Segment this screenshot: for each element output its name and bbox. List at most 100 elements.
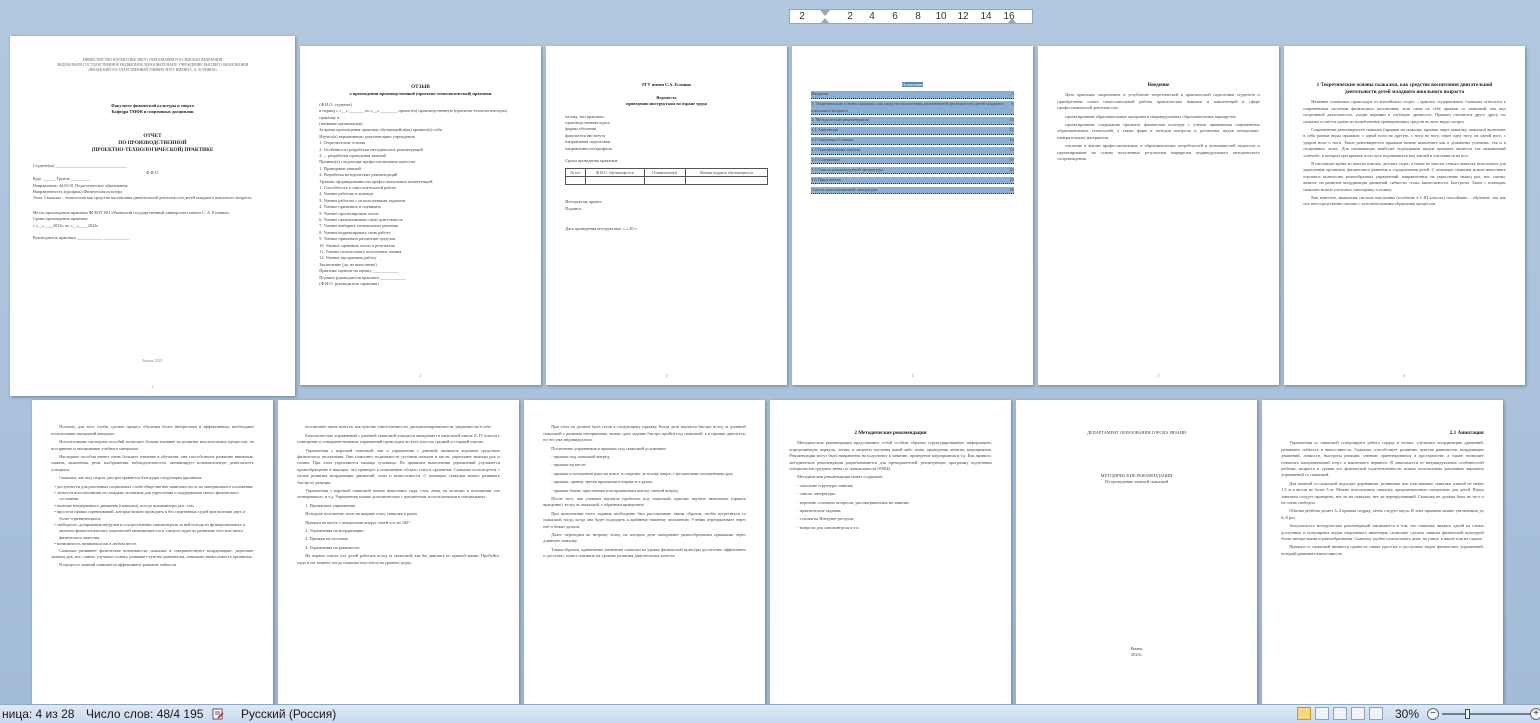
year-label: 2023г. [1131,652,1142,658]
toc-entry[interactable]: 2.6 Приложения 25 [811,176,1014,185]
paragraph: При этом он должен быть готов к следующе… [543,424,746,443]
paragraph: • простота правил соревнований, которые … [54,509,246,521]
ruler-label: 12 [957,11,969,22]
paragraph: Скакалки развивает физические возможност… [51,547,254,560]
paragraph: - описание структуры занятия; [797,482,854,488]
page-indicator[interactable]: ница: 4 из 28 [2,707,74,721]
web-layout-view-button[interactable] [1333,707,1347,720]
toc-entry-page: 6 [1011,101,1014,107]
draft-view-button[interactable] [1369,707,1383,720]
toc-entry-page: 26 [1009,186,1014,192]
document-page-6[interactable]: 1 Теоретические основы скакалки, как сре… [1284,46,1525,385]
paragraph: Наглядные пособия имеют очень большое зн… [51,453,254,472]
document-page-4[interactable]: Оглавление Введение 3 1. Теоретические осн… [792,46,1033,385]
language-indicator[interactable]: Русский (Россия) [241,707,336,721]
page-body: воспитание таких качеств, как чувство от… [297,424,499,566]
right-indent-marker[interactable] [1007,18,1017,24]
first-line-indent-marker[interactable] [820,10,830,16]
paragraph: - практические задания; [797,508,842,514]
toc-entry-title: Список использованной литературы [811,186,878,192]
document-page-1[interactable]: МИНИСТЕРСТВО НАУКИ И ВЫСШЕГО ОБРАЗОВАНИЯ… [10,36,295,396]
word-count[interactable]: Число слов: 48/4 195 [86,707,203,721]
paragraph: (Ф.И.О. руководителя практики) [319,281,379,287]
paragraph: Методические рекомендации представляют с… [789,440,992,472]
page-body: При этом он должен быть готов к следующе… [543,424,745,559]
paragraph: - вопросы для самоконтроля и т.п. [797,524,860,530]
section-title: 2.1 Аннотация [1449,430,1484,437]
document-page-8[interactable]: воспитание таких качеств, как чувство от… [278,400,519,704]
paragraph: После того, как ученики научатся пробега… [543,495,746,508]
print-layout-view-button[interactable] [1297,707,1311,720]
paragraph: - прыжки на месте; [551,462,587,468]
document-page-3[interactable]: РГУ имени С.А. Есенина Ведомость проведе… [546,46,787,385]
zoom-out-button[interactable]: − [1427,708,1439,720]
left-indent-marker[interactable] [820,18,830,24]
document-page-10[interactable]: 2 Методические рекомендации Методические… [770,400,1011,704]
paragraph: Актуальность методических рекомендаций з… [1281,523,1484,542]
document-workspace[interactable]: 2 2 4 6 8 10 12 14 16 МИНИСТЕРСТВО НАУКИ… [0,0,1540,704]
full-screen-reading-view-button[interactable] [1315,707,1329,720]
zoom-slider-thumb[interactable] [1465,709,1471,719]
paragraph: Методическая рекомендация может содержат… [797,474,884,480]
topic-line: Тема: Скакалка – технология как средство… [32,195,252,201]
document-page-9[interactable]: При этом он должен быть готов к следующе… [524,400,765,704]
city-year: Рязань 2023 [142,357,163,363]
document-page-5[interactable]: Введение Цель практики: закрепление и уг… [1038,46,1279,385]
paragraph: В процессе занятий появляется эффективно… [59,562,177,568]
toc-entry[interactable]: 2.3 Пояснительная записка 15 [811,147,1014,155]
intro-title: Введение [1147,82,1170,89]
horizontal-ruler[interactable]: 2 2 4 6 8 10 12 14 16 [789,9,1033,24]
page-number: 1 [151,383,154,389]
paragraph: Для занятий со скакалкой подходят деревя… [1281,480,1484,506]
table-header: Ф.И.О. обучающегося [584,168,645,178]
page-body: Методические рекомендации представляют с… [789,440,991,531]
ruler-label: 2 [847,11,853,22]
toc-entry[interactable]: 2.1 Аннотация 12 [811,127,1014,135]
toc-entry[interactable]: Список использованной литературы 26 [811,186,1014,195]
zoom-level[interactable]: 30% [1395,707,1419,721]
paragraph: 3. Прыжки на носочках. [305,536,350,542]
toc-entry-page: 10 [1009,117,1014,123]
ruler-label: 2 [799,11,805,22]
toc-entry-title: 2.5 Список рекомендуемой литературы [811,166,883,172]
zoom-slider[interactable] [1442,713,1532,715]
ruler-label: 10 [935,11,947,22]
document-page-2[interactable]: ОТЗЫВ о прохождении производственной (пр… [300,46,541,385]
page-body: Поэтому, для того, чтобы сделать процесс… [51,424,253,569]
outline-view-button[interactable] [1351,707,1365,720]
paragraph: изучение и анализ профессиональных и обр… [1057,143,1260,161]
toc-entry[interactable]: 2.5 Список рекомендуемой литературы 24 [811,166,1014,175]
briefing-date: Дата проведения инструктажа: « » 20 г. [565,226,637,232]
document-page-7[interactable]: Поэтому, для того, чтобы сделать процесс… [32,400,273,704]
review-body: (Ф.И.О. студента) в период с «__» _______… [319,102,521,288]
page-number: 3 [665,372,668,378]
toc-entry-page: 3 [1011,91,1014,97]
toc-entry[interactable]: 2. Методические рекомендации 10 [811,117,1014,125]
toc-entry[interactable]: 2.4 Содержание 16 [811,157,1014,165]
paragraph: 2. Упражнения на координацию. [305,528,365,533]
toc-entry[interactable]: Введение 3 [811,91,1014,99]
paragraph: - ссылки на Интернет-ресурсы; [797,516,855,522]
status-bar: ница: 4 из 28 Число слов: 48/4 195 Русск… [0,704,1540,723]
zoom-in-button[interactable]: + [1530,708,1540,720]
paragraph: На первых этапах учу детей работать всле… [297,553,500,565]
table-of-contents: Введение 3 1. Теоретические основы скакалк… [811,91,1014,195]
chapter-title: 1 Теоретические основы скакалки, как сре… [1316,82,1493,96]
toc-entry-title: Введение [811,91,829,97]
paragraph: Прыжки со скакалкой являются одним из са… [1281,544,1484,556]
chapter-body: Название «скакалка» происходит от англий… [1303,99,1505,208]
paragraph: В настоящее время во многих школах, детс… [1303,160,1506,192]
document-page-11[interactable]: ДЕПАРТАМЕНТ ОБРАЗОВАНИЯ ГОРОДА РЯЗАНИ МЕ… [1016,400,1257,704]
paragraph: Цель практики: закрепление и углубление … [1057,92,1260,111]
spellcheck-icon[interactable] [212,708,224,720]
toc-entry[interactable]: 1. Теоретические основы скакалки, как ср… [811,101,1014,115]
paragraph: - перечень основных вопросов, рассматрив… [797,499,910,505]
toc-entry-page: 15 [1009,147,1014,153]
toc-entry-title: 2.6 Приложения [811,176,841,182]
paragraph: Безопасностью упражнений с длинной скака… [297,432,500,445]
toc-entry-page: 16 [1009,157,1014,163]
paragraph: Упражнения с короткой скакалкой можно вы… [297,487,500,500]
toc-entry[interactable]: 2.2 Сведения об авторе 14 [811,137,1014,145]
toc-entry-title: 2.1 Аннотация [811,127,838,133]
document-page-12[interactable]: 2.1 Аннотация Упражнения со скакалкой ст… [1262,400,1503,704]
